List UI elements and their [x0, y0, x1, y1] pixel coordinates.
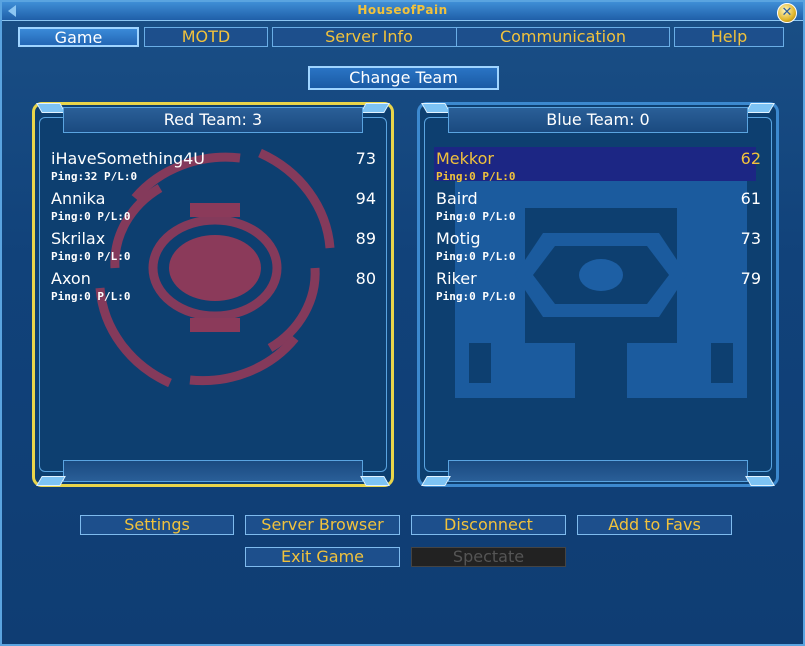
panel-corner-icon: [745, 103, 775, 113]
player-ping: Ping:0 P/L:0: [436, 290, 516, 303]
disconnect-button[interactable]: Disconnect: [411, 515, 566, 535]
player-ping: Ping:0 P/L:0: [436, 170, 516, 183]
player-row[interactable]: Annika 94 Ping:0 P/L:0: [51, 189, 376, 229]
tab-game[interactable]: Game: [18, 27, 139, 47]
player-score: 80: [355, 269, 376, 288]
panel-corner-icon: [36, 476, 66, 486]
red-team-panel: Red Team: 3 iHaveSomething4U 73 Ping:32 …: [32, 102, 394, 487]
player-name: Riker: [436, 269, 477, 288]
player-row[interactable]: Axon 80 Ping:0 P/L:0: [51, 269, 376, 309]
player-row[interactable]: Motig 73 Ping:0 P/L:0: [436, 229, 761, 269]
player-score: 62: [740, 149, 761, 168]
change-team-button[interactable]: Change Team: [308, 66, 499, 90]
player-name: Axon: [51, 269, 91, 288]
player-ping: Ping:0 P/L:0: [51, 290, 131, 303]
player-name: iHaveSomething4U: [51, 149, 206, 168]
spectate-button: Spectate: [411, 547, 566, 567]
panel-corner-icon: [421, 476, 451, 486]
player-row[interactable]: Skrilax 89 Ping:0 P/L:0: [51, 229, 376, 269]
panel-corner-icon: [360, 476, 390, 486]
server-browser-button[interactable]: Server Browser: [245, 515, 400, 535]
settings-button[interactable]: Settings: [80, 515, 234, 535]
player-name: Baird: [436, 189, 478, 208]
game-menu-window: HouseofPain ✕ Game MOTD Server Info Comm…: [0, 0, 805, 646]
title-bar[interactable]: HouseofPain ✕: [2, 2, 803, 23]
player-score: 94: [355, 189, 376, 208]
player-ping: Ping:0 P/L:0: [436, 250, 516, 263]
window-title: HouseofPain: [357, 3, 448, 17]
player-score: 73: [740, 229, 761, 248]
panel-corner-icon: [421, 103, 451, 113]
player-row[interactable]: iHaveSomething4U 73 Ping:32 P/L:0: [51, 149, 376, 189]
player-score: 61: [740, 189, 761, 208]
panel-corner-icon: [745, 476, 775, 486]
panel-corner-icon: [360, 103, 390, 113]
red-team-footer: [63, 460, 363, 482]
panel-corner-icon: [36, 103, 66, 113]
player-ping: Ping:0 P/L:0: [51, 210, 131, 223]
player-score: 73: [355, 149, 376, 168]
tab-bar: Game MOTD Server Info Communication Help: [18, 27, 786, 49]
player-name: Skrilax: [51, 229, 106, 248]
blue-team-panel: Blue Team: 0 Mekkor 62 Ping:0 P/L:0 Bair…: [417, 102, 779, 487]
exit-game-button[interactable]: Exit Game: [245, 547, 400, 567]
player-score: 79: [740, 269, 761, 288]
player-ping: Ping:0 P/L:0: [51, 250, 131, 263]
player-name: Annika: [51, 189, 106, 208]
player-score: 89: [355, 229, 376, 248]
player-ping: Ping:32 P/L:0: [51, 170, 138, 183]
player-name: Mekkor: [436, 149, 494, 168]
player-row[interactable]: Baird 61 Ping:0 P/L:0: [436, 189, 761, 229]
tab-motd[interactable]: MOTD: [144, 27, 268, 47]
player-row-selected[interactable]: Mekkor 62 Ping:0 P/L:0: [434, 147, 761, 189]
tab-server-info[interactable]: Server Info: [272, 27, 466, 47]
player-ping: Ping:0 P/L:0: [436, 210, 516, 223]
close-icon[interactable]: ✕: [777, 3, 797, 23]
add-to-favs-button[interactable]: Add to Favs: [577, 515, 732, 535]
blue-team-footer: [448, 460, 748, 482]
blue-team-header: Blue Team: 0: [448, 107, 748, 133]
tab-communication[interactable]: Communication: [456, 27, 670, 47]
player-name: Motig: [436, 229, 481, 248]
player-row[interactable]: Riker 79 Ping:0 P/L:0: [436, 269, 761, 309]
tab-help[interactable]: Help: [674, 27, 784, 47]
red-team-header: Red Team: 3: [63, 107, 363, 133]
